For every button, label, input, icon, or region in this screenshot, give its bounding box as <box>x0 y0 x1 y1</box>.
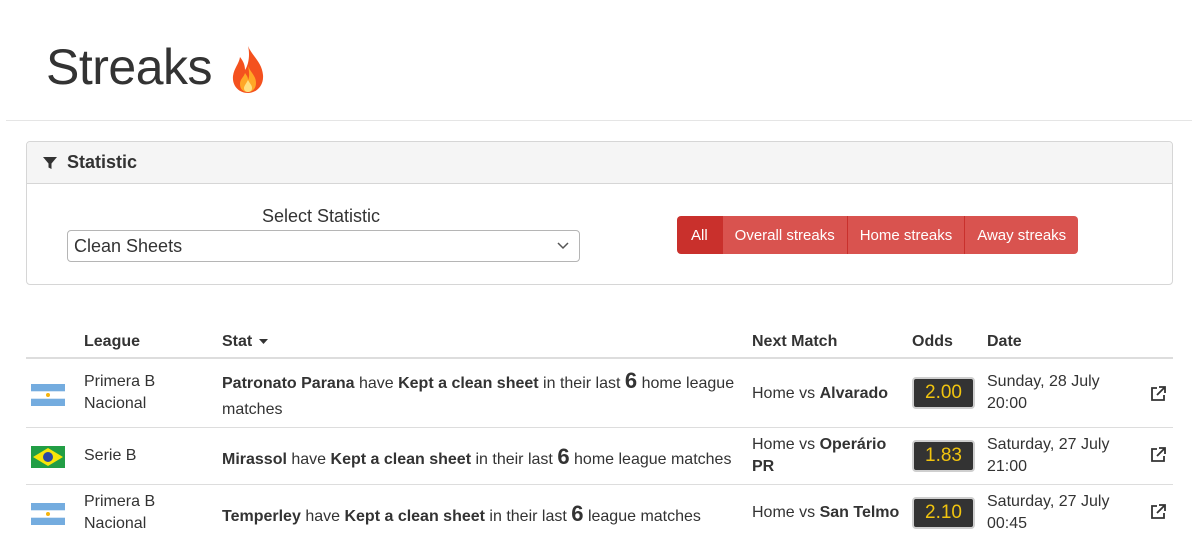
odds-badge[interactable]: 2.00 <box>912 377 975 409</box>
opponent-name-cont[interactable]: PR <box>752 458 774 475</box>
match-date: Sunday, 28 July <box>987 373 1100 390</box>
table-row: Primera B Nacional Temperley have Kept a… <box>26 485 1173 542</box>
page-title-text: Streaks <box>46 39 213 95</box>
stat-cell: Temperley have Kept a clean sheet in the… <box>222 503 742 528</box>
external-link-icon[interactable] <box>1150 446 1167 463</box>
header-date[interactable]: Date <box>987 333 1022 351</box>
panel-heading: Statistic <box>27 142 1172 184</box>
league-cell: Primera B Nacional <box>84 491 155 535</box>
stat-post-cont: matches <box>222 401 283 418</box>
streak-count: 6 <box>571 501 584 526</box>
league-name: Primera B <box>84 373 156 390</box>
table-row: Primera B Nacional Patronato Parana have… <box>26 359 1173 428</box>
stat-cell: Mirassol have Kept a clean sheet in thei… <box>222 446 742 471</box>
stat-name: Kept a clean sheet <box>330 451 472 468</box>
stat-name: Kept a clean sheet <box>344 508 485 525</box>
league-name: Primera B <box>84 493 156 510</box>
stat-post: home league <box>641 375 735 392</box>
fire-icon <box>232 46 264 93</box>
match-time: 00:45 <box>987 515 1028 532</box>
chevron-down-icon <box>557 242 569 250</box>
select-statistic-label: Select Statistic <box>262 206 381 226</box>
statistic-panel: Statistic Select Statistic Clean Sheets … <box>26 141 1173 285</box>
league-name: Serie B <box>84 447 137 464</box>
streaks-table: League Stat Next Match Odds Date Primera… <box>26 322 1173 542</box>
streak-count: 6 <box>624 368 638 393</box>
league-cell: Serie B <box>84 445 136 467</box>
filter-away-button[interactable]: Away streaks <box>965 216 1079 254</box>
stat-word: have <box>305 508 341 525</box>
filter-overall-button[interactable]: Overall streaks <box>722 216 848 254</box>
odds-badge[interactable]: 1.83 <box>912 440 975 472</box>
league-name-cont: Nacional <box>84 395 147 412</box>
argentina-flag-icon <box>31 503 65 525</box>
stat-post: home league matches <box>574 451 732 468</box>
filter-home-button[interactable]: Home streaks <box>847 216 966 254</box>
title-divider <box>6 120 1192 121</box>
match-date: Saturday, 27 July <box>987 436 1110 453</box>
sort-caret-icon <box>258 338 268 344</box>
match-time: 20:00 <box>987 395 1028 412</box>
next-match-cell: Home vs Alvarado <box>752 383 888 405</box>
match-prefix: Home vs <box>752 436 816 453</box>
team-name[interactable]: Patronato Parana <box>222 375 354 392</box>
external-link-icon[interactable] <box>1150 385 1167 402</box>
match-prefix: Home vs <box>752 504 816 521</box>
table-header: League Stat Next Match Odds Date <box>26 322 1173 359</box>
league-name-cont: Nacional <box>84 515 147 532</box>
stat-cell: Patronato Parana have Kept a clean sheet… <box>222 370 742 421</box>
stat-pre: in their last <box>489 508 567 525</box>
date-cell: Saturday, 27 July 21:00 <box>987 434 1109 478</box>
stat-name: Kept a clean sheet <box>398 375 539 392</box>
stat-word: have <box>291 451 327 468</box>
opponent-name[interactable]: San Telmo <box>820 504 900 521</box>
league-cell: Primera B Nacional <box>84 371 155 415</box>
statistic-select-value: Clean Sheets <box>74 235 183 256</box>
argentina-flag-icon <box>31 384 65 406</box>
opponent-name[interactable]: Operário <box>820 436 887 453</box>
team-name[interactable]: Mirassol <box>222 451 287 468</box>
statistic-select[interactable]: Clean Sheets <box>67 230 580 262</box>
stat-pre: in their last <box>475 451 553 468</box>
streak-count: 6 <box>557 444 570 469</box>
team-name[interactable]: Temperley <box>222 508 301 525</box>
match-prefix: Home vs <box>752 385 816 402</box>
header-stat-label: Stat <box>222 333 253 350</box>
odds-badge[interactable]: 2.10 <box>912 497 975 529</box>
brazil-flag-icon <box>31 446 65 468</box>
streak-filter-buttons: All Overall streaks Home streaks Away st… <box>677 216 1079 254</box>
stat-pre: in their last <box>543 375 621 392</box>
match-date: Saturday, 27 July <box>987 493 1110 510</box>
stat-word: have <box>358 375 394 392</box>
date-cell: Saturday, 27 July 00:45 <box>987 491 1109 535</box>
page-title: Streaks <box>46 38 268 96</box>
header-stat[interactable]: Stat <box>222 333 268 351</box>
header-next-match[interactable]: Next Match <box>752 333 837 351</box>
panel-heading-label: Statistic <box>67 152 138 172</box>
date-cell: Sunday, 28 July 20:00 <box>987 371 1100 415</box>
header-odds[interactable]: Odds <box>912 333 953 351</box>
header-league[interactable]: League <box>84 333 140 351</box>
match-time: 21:00 <box>987 458 1028 475</box>
external-link-icon[interactable] <box>1150 503 1167 520</box>
next-match-cell: Home vs San Telmo <box>752 502 899 524</box>
filter-icon <box>43 156 57 169</box>
filter-all-button[interactable]: All <box>677 216 723 254</box>
next-match-cell: Home vs Operário PR <box>752 434 886 478</box>
table-row: Serie B Mirassol have Kept a clean sheet… <box>26 428 1173 485</box>
opponent-name[interactable]: Alvarado <box>820 385 888 402</box>
stat-post: league matches <box>587 508 701 525</box>
